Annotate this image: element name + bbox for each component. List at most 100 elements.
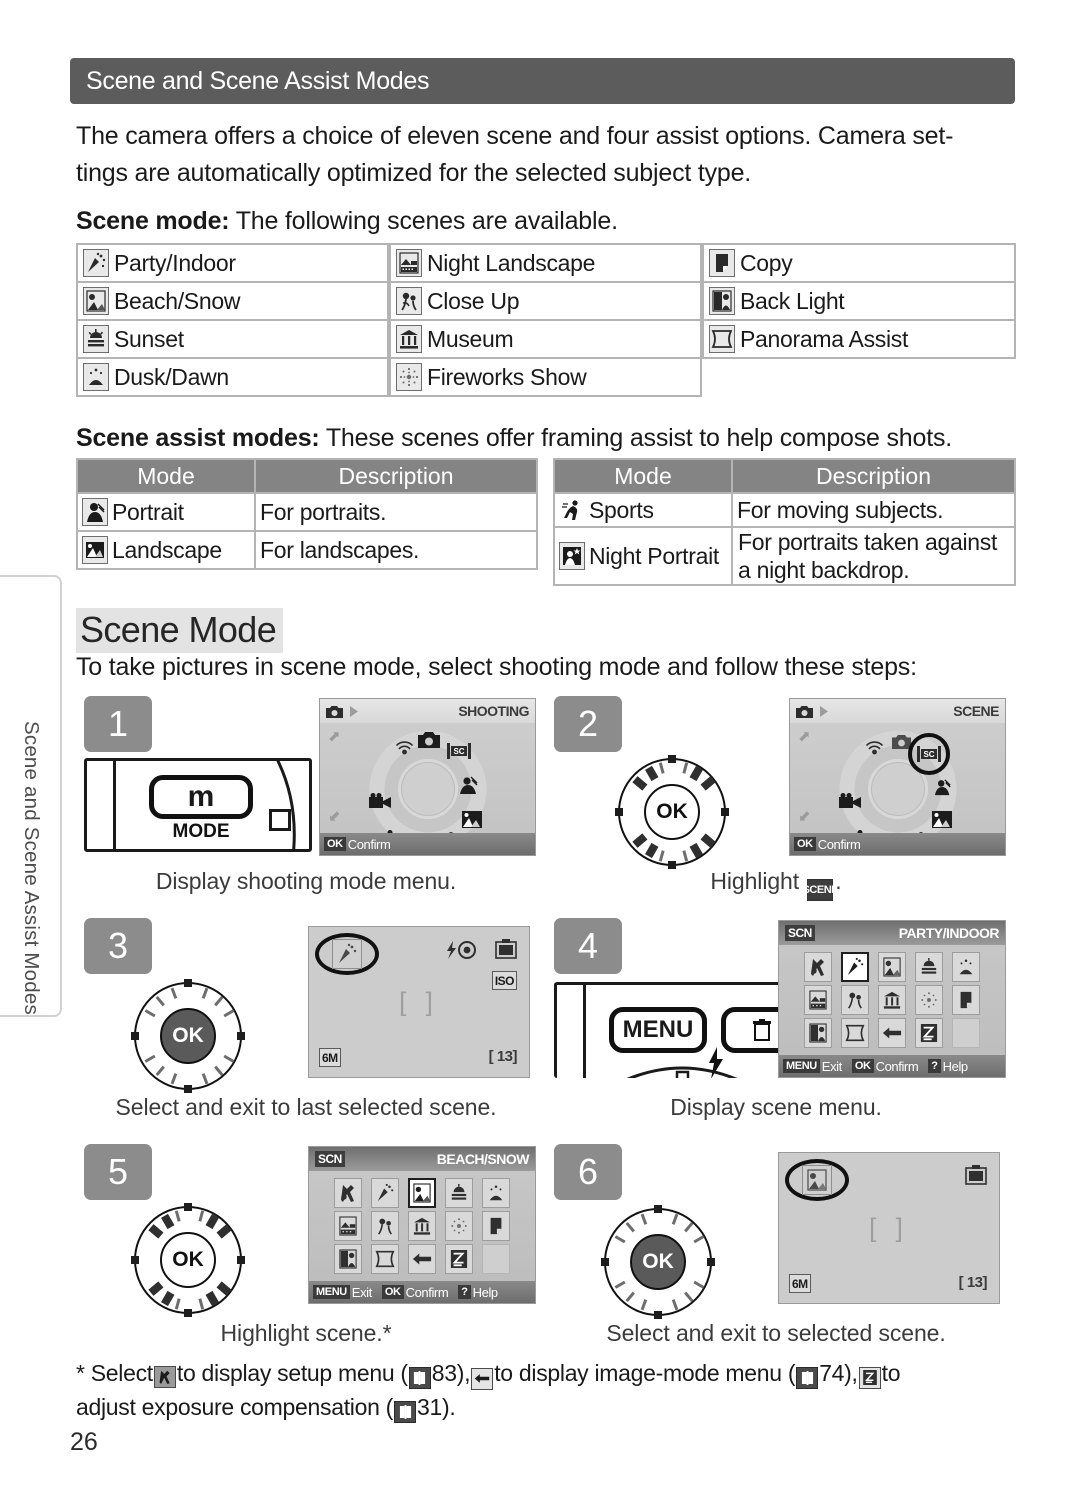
selector-left-mark xyxy=(131,1256,139,1264)
multi-selector-step2[interactable]: OK xyxy=(615,755,729,869)
lcd-bottom-bar: OK Confirm xyxy=(320,833,535,855)
footnote-part-5: 74), xyxy=(819,1360,858,1386)
scene-grid-cell[interactable] xyxy=(948,1018,983,1049)
scene-grid-cell[interactable] xyxy=(801,951,836,982)
assist-mode-label: Sports xyxy=(589,496,654,523)
menu-button[interactable]: MENU xyxy=(609,1007,707,1053)
selector-down-mark xyxy=(184,1085,192,1093)
table-header-description: Description xyxy=(733,460,1014,492)
assist-lead: Scene assist modes: These scenes offer f… xyxy=(76,420,1036,457)
confirm-label: Confirm xyxy=(405,1284,449,1300)
ok-button[interactable]: OK xyxy=(644,784,700,840)
playback-icon xyxy=(350,705,358,717)
help-key-tag: ? xyxy=(458,1285,471,1299)
scene-grid-cell[interactable] xyxy=(331,1210,366,1241)
portrait-assist-icon[interactable] xyxy=(457,773,481,797)
landscape-icon xyxy=(82,536,108,564)
step-caption: Select and exit to last selected scene. xyxy=(115,1094,497,1120)
delete-button[interactable] xyxy=(721,1007,779,1053)
scene-grid-cell[interactable] xyxy=(838,951,873,982)
scene-icon[interactable]: SC xyxy=(917,742,941,766)
movie-icon[interactable] xyxy=(368,789,392,813)
ok-button[interactable]: OK xyxy=(160,1008,216,1064)
scene-grid-cell[interactable] xyxy=(801,1018,836,1049)
scene-list-item: Party/Indoor xyxy=(78,245,387,281)
scene-grid-cell[interactable] xyxy=(911,1018,946,1049)
scene-grid-cell[interactable] xyxy=(478,1244,513,1275)
scene-menu-grid xyxy=(783,949,1001,1051)
exposure-comp-icon xyxy=(914,1018,943,1049)
landscape-assist-icon[interactable] xyxy=(460,807,484,831)
scene-grid-cell[interactable] xyxy=(948,951,983,982)
scene-grid-cell[interactable] xyxy=(838,984,873,1015)
live-view-screen-step6: [ ] 6M [ 13] xyxy=(778,1152,1000,1304)
scene-menu-screen-step5: SCN BEACH/SNOW MENU Exit OK Confirm ? He… xyxy=(308,1146,536,1304)
multi-selector-step6[interactable]: OK xyxy=(601,1205,715,1319)
exit-label: Exit xyxy=(821,1058,842,1074)
camera-body-corner xyxy=(276,761,296,849)
exposure-comp-icon xyxy=(858,1366,881,1389)
scene-grid-cell[interactable] xyxy=(441,1210,476,1241)
scene-grid-cell[interactable] xyxy=(441,1244,476,1275)
scene-grid-cell[interactable] xyxy=(405,1177,440,1208)
camera-icon[interactable] xyxy=(417,727,441,751)
scene-grid-cell[interactable] xyxy=(875,951,910,982)
scene-grid-cell[interactable] xyxy=(911,951,946,982)
scene-list-item: Dusk/Dawn xyxy=(78,359,387,395)
help-hint: ? Help xyxy=(458,1285,498,1300)
scene-grid-cell[interactable] xyxy=(331,1177,366,1208)
scene-grid-cell[interactable] xyxy=(405,1244,440,1275)
close-up-icon xyxy=(841,984,870,1015)
mode-button[interactable]: m xyxy=(149,775,253,819)
scene-grid-cell[interactable] xyxy=(838,1018,873,1049)
back-light-icon xyxy=(334,1244,363,1275)
scene-grid-cell[interactable] xyxy=(911,984,946,1015)
ok-button[interactable]: OK xyxy=(160,1232,216,1288)
table-row: Landscape For landscapes. xyxy=(78,532,536,568)
scene-grid-cell[interactable] xyxy=(405,1210,440,1241)
scene-grid-cell[interactable] xyxy=(875,1018,910,1049)
scene-grid-cell[interactable] xyxy=(368,1210,403,1241)
portrait-assist-icon[interactable] xyxy=(931,775,955,799)
shots-remaining-indicator: [ 13] xyxy=(958,1274,988,1291)
image-mode-icon xyxy=(471,1367,494,1390)
movie-icon[interactable] xyxy=(838,789,862,813)
ok-button[interactable]: OK xyxy=(630,1234,686,1290)
wireless-icon[interactable] xyxy=(392,737,416,761)
scene-list-item: Beach/Snow xyxy=(78,283,387,319)
selector-left-mark xyxy=(131,1032,139,1040)
scene-grid-cell[interactable] xyxy=(368,1177,403,1208)
scene-grid-cell[interactable] xyxy=(368,1244,403,1275)
panorama-assist-icon xyxy=(709,325,735,353)
camera-icon xyxy=(796,705,813,718)
scene-grid-cell[interactable] xyxy=(478,1177,513,1208)
scene-grid-cell[interactable] xyxy=(441,1177,476,1208)
scene-grid-cell[interactable] xyxy=(875,984,910,1015)
red-eye-flash-icon xyxy=(445,941,477,964)
scene-icon[interactable]: SC xyxy=(447,739,471,763)
table-cell-description: For portraits taken against a night back… xyxy=(733,528,1014,584)
step-number: 1 xyxy=(84,696,152,752)
multi-selector-step3[interactable]: OK xyxy=(131,979,245,1093)
image-size-indicator: 6M xyxy=(789,1274,811,1293)
scene-list-label: Copy xyxy=(740,249,793,276)
table-header-mode: Mode xyxy=(555,460,731,492)
trash-icon xyxy=(753,1019,771,1041)
scene-grid-cell[interactable] xyxy=(478,1210,513,1241)
fireworks-show-icon xyxy=(444,1210,473,1241)
scene-list-column-2: Night Landscape Close Up Museum Firework… xyxy=(389,243,702,397)
assist-lead-bold: Scene assist modes: xyxy=(76,424,320,452)
multi-selector-step5[interactable]: OK xyxy=(131,1203,245,1317)
scene-list-label: Party/Indoor xyxy=(114,249,236,276)
table-cell-mode: Portrait xyxy=(78,494,254,530)
step-caption-prefix: Highlight xyxy=(710,868,806,894)
exposure-comp-icon xyxy=(444,1244,473,1275)
scene-grid-cell[interactable] xyxy=(948,984,983,1015)
scene-grid-cell[interactable] xyxy=(801,984,836,1015)
table-cell-mode: Sports xyxy=(555,494,731,526)
scene-grid-cell[interactable] xyxy=(331,1244,366,1275)
mode-button-label: m xyxy=(187,780,215,813)
empty-slot-icon xyxy=(951,1018,980,1049)
landscape-assist-icon[interactable] xyxy=(930,807,954,831)
wireless-icon[interactable] xyxy=(862,737,886,761)
